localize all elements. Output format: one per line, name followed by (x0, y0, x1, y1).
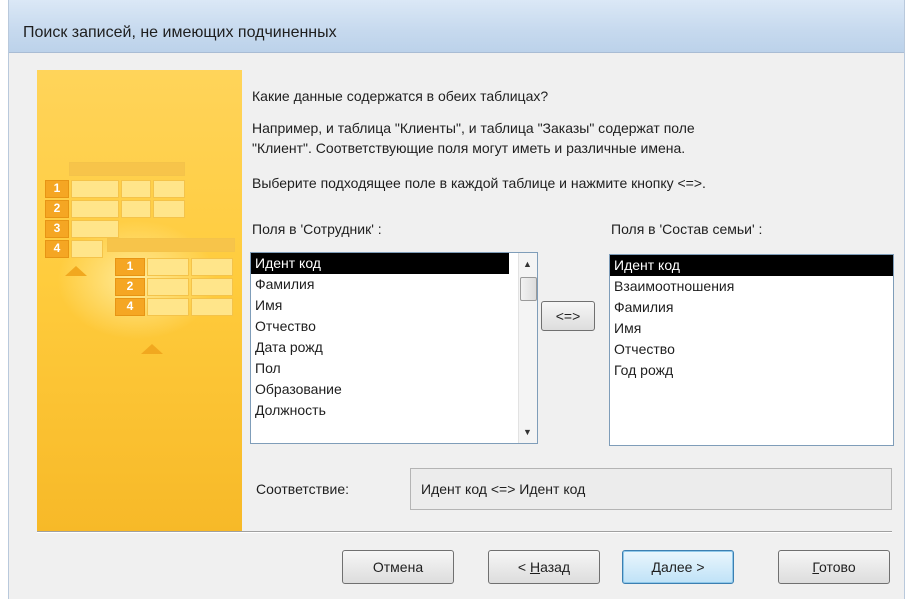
row-number: 4 (45, 240, 69, 258)
list-item[interactable]: Взаимоотношения (610, 276, 893, 297)
example-text-line2: "Клиент". Соответствующие поля могут име… (252, 140, 686, 156)
list-item[interactable]: Имя (251, 295, 537, 316)
right-list-label: Поля в 'Состав семьи' : (611, 221, 763, 237)
row-number: 2 (45, 200, 69, 218)
row-number: 3 (45, 220, 69, 238)
row-number: 4 (115, 298, 145, 316)
triangle-marker (65, 266, 87, 276)
list-item[interactable]: Имя (610, 318, 893, 339)
next-button[interactable]: Далее > (622, 550, 734, 584)
scroll-down-icon[interactable]: ▼ (523, 427, 532, 437)
list-item[interactable]: Идент код (610, 255, 893, 276)
left-field-list[interactable]: Идент код Фамилия Имя Отчество Дата рожд… (250, 252, 538, 444)
list-item[interactable]: Фамилия (610, 297, 893, 318)
wizard-heading: Какие данные содержатся в обеих таблицах… (252, 88, 549, 104)
scroll-up-icon[interactable]: ▲ (523, 259, 532, 269)
list-item[interactable]: Идент код (251, 253, 509, 274)
back-button[interactable]: < Назад (488, 550, 600, 584)
list-item[interactable]: Дата рожд (251, 337, 537, 358)
list-item[interactable]: Год рожд (610, 360, 893, 381)
button-separator (37, 531, 892, 533)
right-field-list[interactable]: Идент код Взаимоотношения Фамилия Имя От… (609, 254, 894, 446)
list-item[interactable]: Образование (251, 379, 537, 400)
match-value: Идент код <=> Идент код (421, 481, 586, 497)
match-fields-button[interactable]: <=> (541, 301, 595, 331)
example-text-line1: Например, и таблица "Клиенты", и таблица… (252, 120, 695, 136)
cancel-button[interactable]: Отмена (342, 550, 454, 584)
list-item[interactable]: Отчество (251, 316, 537, 337)
scroll-thumb[interactable] (520, 277, 537, 301)
match-label: Соответствие: (256, 481, 349, 497)
wizard-window: Поиск записей, не имеющих подчиненных 1 … (8, 0, 905, 599)
left-list-label: Поля в 'Сотрудник' : (252, 221, 382, 237)
row-number: 2 (115, 278, 145, 296)
finish-button[interactable]: Готово (778, 550, 890, 584)
instruction-text: Выберите подходящее поле в каждой таблиц… (252, 175, 706, 191)
row-number: 1 (115, 258, 145, 276)
list-item[interactable]: Фамилия (251, 274, 537, 295)
list-item[interactable]: Пол (251, 358, 537, 379)
wizard-illustration: 1 2 3 4 1 2 4 (37, 70, 242, 532)
row-number: 1 (45, 180, 69, 198)
left-list-scrollbar[interactable]: ▲ ▼ (518, 253, 537, 443)
title-bar: Поиск записей, не имеющих подчиненных (9, 0, 904, 53)
list-item[interactable]: Должность (251, 400, 537, 421)
window-title: Поиск записей, не имеющих подчиненных (23, 24, 337, 41)
match-display: Идент код <=> Идент код (410, 468, 892, 510)
list-item[interactable]: Отчество (610, 339, 893, 360)
triangle-marker (141, 344, 163, 354)
